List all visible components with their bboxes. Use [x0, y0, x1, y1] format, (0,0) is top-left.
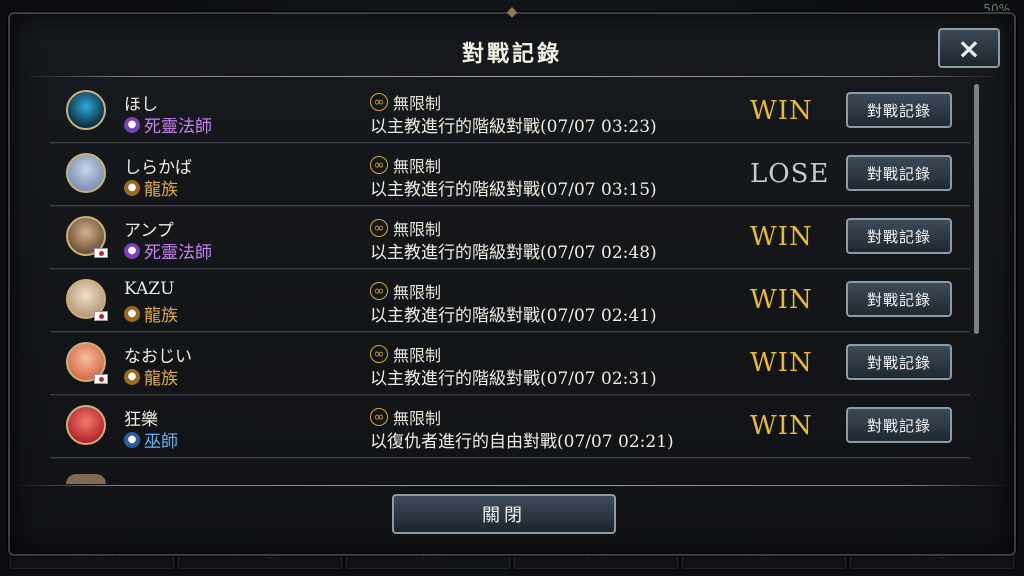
battle-result: WIN — [750, 222, 813, 252]
format-label: ∞ 無限制 — [370, 342, 441, 366]
opponent-class: ● 死靈法師 — [124, 238, 212, 263]
battle-description: 以主教進行的階級對戰(07/07 03:15) — [370, 180, 657, 200]
next-entry-peek — [50, 474, 970, 484]
modal-title: 對戰記錄 — [461, 41, 562, 67]
class-label: 死靈法師 — [144, 117, 212, 137]
title-divider — [24, 76, 1000, 77]
opponent-avatar — [66, 90, 106, 130]
format-text: 無限制 — [393, 157, 442, 176]
battle-description: 以復仇者進行的自由對戰(07/07 02:21) — [370, 432, 674, 452]
class-label: 死靈法師 — [144, 243, 212, 263]
view-battle-record-button[interactable]: 對戰記錄 — [846, 407, 952, 443]
opponent-avatar — [66, 405, 106, 445]
class-label: 巫師 — [144, 432, 178, 452]
battle-result: LOSE — [750, 159, 830, 189]
modal-crest-ornament: ◆ — [506, 4, 518, 20]
view-battle-record-button[interactable]: 對戰記錄 — [846, 281, 952, 317]
format-text: 無限制 — [393, 409, 442, 428]
opponent-avatar — [66, 153, 106, 193]
infinity-icon: ∞ — [370, 282, 388, 300]
battle-result: WIN — [750, 411, 813, 441]
japan-flag-icon — [94, 248, 108, 258]
class-emblem-icon: ● — [124, 179, 140, 196]
japan-flag-icon — [94, 374, 108, 384]
infinity-icon: ∞ — [370, 219, 388, 237]
class-emblem-icon: ● — [124, 368, 140, 385]
battle-record-row: KAZU ● 龍族 ∞ 無限制 以主教進行的階級對戰(07/07 02:41) … — [50, 269, 970, 333]
battle-result: WIN — [750, 285, 813, 315]
battle-description: 以主教進行的階級對戰(07/07 03:23) — [370, 117, 657, 137]
list-scrollbar[interactable] — [974, 84, 979, 334]
format-label: ∞ 無限制 — [370, 405, 441, 429]
format-text: 無限制 — [393, 346, 442, 365]
battle-record-list[interactable]: ほし ● 死靈法師 ∞ 無限制 以主教進行的階級對戰(07/07 03:23) … — [50, 80, 970, 476]
close-x-button[interactable]: × — [938, 28, 1000, 68]
battle-result: WIN — [750, 96, 813, 126]
opponent-class: ● 死靈法師 — [124, 112, 212, 137]
bottom-divider — [14, 485, 1010, 486]
close-button[interactable]: 關閉 — [392, 494, 616, 534]
view-battle-record-button[interactable]: 對戰記錄 — [846, 344, 952, 380]
infinity-icon: ∞ — [370, 408, 388, 426]
battle-record-row: アンプ ● 死靈法師 ∞ 無限制 以主教進行的階級對戰(07/07 02:48)… — [50, 206, 970, 270]
class-emblem-icon: ● — [124, 305, 140, 322]
format-label: ∞ 無限制 — [370, 90, 441, 114]
battle-record-row: 狂樂 ● 巫師 ∞ 無限制 以復仇者進行的自由對戰(07/07 02:21) W… — [50, 395, 970, 459]
battle-description: 以主教進行的階級對戰(07/07 02:48) — [370, 243, 657, 263]
format-label: ∞ 無限制 — [370, 216, 441, 240]
format-text: 無限制 — [393, 283, 442, 302]
battle-description: 以主教進行的階級對戰(07/07 02:31) — [370, 369, 657, 389]
class-label: 龍族 — [144, 369, 178, 389]
class-label: 龍族 — [144, 180, 178, 200]
infinity-icon: ∞ — [370, 156, 388, 174]
class-emblem-icon: ● — [124, 242, 140, 259]
class-emblem-icon: ● — [124, 431, 140, 448]
battle-record-row: なおじい ● 龍族 ∞ 無限制 以主教進行的階級對戰(07/07 02:31) … — [50, 332, 970, 396]
opponent-class: ● 龍族 — [124, 301, 178, 326]
opponent-class: ● 巫師 — [124, 427, 178, 452]
battle-result: WIN — [750, 348, 813, 378]
format-text: 無限制 — [393, 94, 442, 113]
view-battle-record-button[interactable]: 對戰記錄 — [846, 155, 952, 191]
class-label: 龍族 — [144, 306, 178, 326]
class-emblem-icon: ● — [124, 116, 140, 133]
close-icon: × — [957, 31, 981, 65]
opponent-class: ● 龍族 — [124, 364, 178, 389]
japan-flag-icon — [94, 311, 108, 321]
format-label: ∞ 無限制 — [370, 279, 441, 303]
view-battle-record-button[interactable]: 對戰記錄 — [846, 92, 952, 128]
infinity-icon: ∞ — [370, 93, 388, 111]
infinity-icon: ∞ — [370, 345, 388, 363]
battle-description: 以主教進行的階級對戰(07/07 02:41) — [370, 306, 657, 326]
format-label: ∞ 無限制 — [370, 153, 441, 177]
battle-record-row: しらかば ● 龍族 ∞ 無限制 以主教進行的階級對戰(07/07 03:15) … — [50, 143, 970, 207]
opponent-name: KAZU — [124, 279, 175, 299]
opponent-class: ● 龍族 — [124, 175, 178, 200]
format-text: 無限制 — [393, 220, 442, 239]
view-battle-record-button[interactable]: 對戰記錄 — [846, 218, 952, 254]
battle-record-row: ほし ● 死靈法師 ∞ 無限制 以主教進行的階級對戰(07/07 03:23) … — [50, 80, 970, 144]
